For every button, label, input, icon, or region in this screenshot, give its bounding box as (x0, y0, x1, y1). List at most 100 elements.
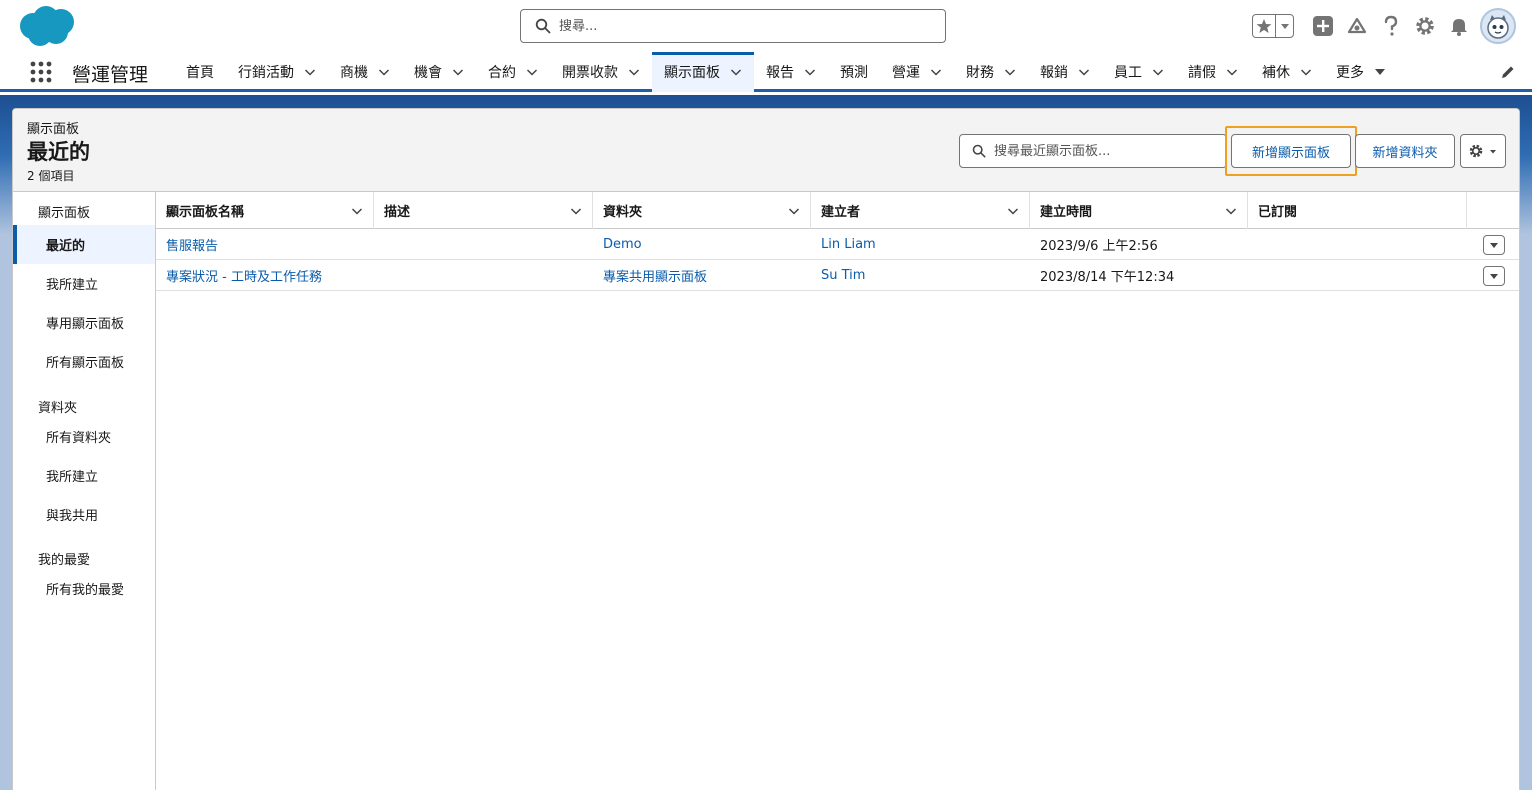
nav-tab-10[interactable]: 財務 (954, 52, 1028, 92)
nav-tab-3[interactable]: 機會 (402, 52, 476, 92)
sidebar-item-folders-0[interactable]: 所有資料夾 (13, 417, 155, 456)
app-launcher-icon[interactable] (29, 60, 53, 84)
sidebar-favorites-list: 所有我的最愛 (13, 569, 155, 608)
column-header-label: 建立時間 (1040, 205, 1093, 220)
caret-down-icon[interactable] (1374, 66, 1386, 78)
sidebar-item-dashboards-0[interactable]: 最近的 (13, 225, 155, 264)
salesforce-logo-icon[interactable] (16, 4, 78, 48)
dashboard-search-input[interactable] (994, 143, 1214, 159)
column-header-1[interactable]: 描述 (374, 192, 593, 229)
creator-link[interactable]: Su Tim (821, 268, 865, 283)
chevron-down-icon (788, 207, 800, 215)
nav-tab-label: 開票收款 (562, 65, 618, 81)
nav-tab-7[interactable]: 報告 (754, 52, 828, 92)
global-search-input[interactable] (559, 18, 919, 34)
cell-description (374, 260, 593, 291)
global-search-box[interactable] (520, 9, 946, 43)
trailhead-icon (1347, 17, 1367, 34)
chevron-down-icon (570, 207, 582, 215)
sidebar-item-folders-1[interactable]: 我所建立 (13, 456, 155, 495)
nav-tab-14[interactable]: 補休 (1250, 52, 1324, 92)
search-icon (535, 18, 551, 34)
column-header-2[interactable]: 資料夾 (593, 192, 811, 229)
column-header-4[interactable]: 建立時間 (1030, 192, 1248, 229)
nav-items: 首頁 行銷活動 商機 機會 合約 開票收款 顯示面板 報告 預測 營運 財務 報銷 員工 請假 補休 更多 (174, 52, 1398, 92)
nav-tab-0[interactable]: 首頁 (174, 52, 226, 92)
cell-actions (1467, 229, 1519, 260)
cell-actions (1467, 260, 1519, 291)
cell-created: 2023/8/14 下午12:34 (1030, 260, 1248, 291)
name-link[interactable]: 專案狀況 - 工時及工作任務 (166, 266, 322, 285)
sidebar-item-folders-2[interactable]: 與我共用 (13, 495, 155, 534)
sidebar-item-dashboards-3[interactable]: 所有顯示面板 (13, 342, 155, 381)
nav-tab-label: 預測 (840, 65, 868, 81)
nav-tab-1[interactable]: 行銷活動 (226, 52, 328, 92)
navigation-bar: 營運管理 首頁 行銷活動 商機 機會 合約 開票收款 顯示面板 報告 預測 營運 財務 報銷 員工 請假 補… (0, 52, 1532, 92)
folder-link[interactable]: Demo (603, 237, 642, 252)
nav-tab-12[interactable]: 員工 (1102, 52, 1176, 92)
nav-tab-2[interactable]: 商機 (328, 52, 402, 92)
cell-subscribed (1248, 260, 1467, 291)
sidebar-item-dashboards-2[interactable]: 專用顯示面板 (13, 303, 155, 342)
add-icon (1313, 16, 1333, 36)
column-header-label: 描述 (384, 205, 411, 220)
row-actions-button[interactable] (1483, 234, 1505, 255)
user-avatar[interactable] (1480, 8, 1516, 44)
item-count: 2 個項目 (27, 169, 75, 183)
nav-tab-6[interactable]: 顯示面板 (652, 52, 754, 92)
row-actions-button[interactable] (1483, 265, 1505, 286)
favorites-menu-button[interactable] (1275, 15, 1293, 37)
sidebar-dashboards-list: 最近的 我所建立 專用顯示面板 所有顯示面板 (13, 225, 155, 381)
name-link[interactable]: 售服報告 (166, 235, 218, 254)
notifications-button[interactable] (1442, 9, 1476, 43)
column-header-5[interactable]: 已訂閱 (1248, 192, 1467, 229)
bell-icon (1451, 19, 1467, 36)
global-actions-button[interactable] (1306, 9, 1340, 43)
cell-creator: Lin Liam (811, 229, 1030, 260)
nav-tab-5[interactable]: 開票收款 (550, 52, 652, 92)
caret-down-icon (1490, 242, 1498, 248)
nav-tab-13[interactable]: 請假 (1176, 52, 1250, 92)
nav-tab-4[interactable]: 合約 (476, 52, 550, 92)
favorites-button-group (1252, 14, 1294, 38)
list-settings-button[interactable] (1460, 134, 1506, 168)
trailhead-button[interactable] (1340, 9, 1374, 43)
sidebar-item-favorites-0[interactable]: 所有我的最愛 (13, 569, 155, 608)
nav-tab-11[interactable]: 報銷 (1028, 52, 1102, 92)
nav-tab-9[interactable]: 營運 (880, 52, 954, 92)
favorites-star-button[interactable] (1253, 15, 1275, 37)
nav-tab-label: 營運 (892, 65, 920, 81)
nav-tab-label: 機會 (414, 65, 442, 81)
new-dashboard-button[interactable]: 新增顯示面板 (1231, 134, 1351, 168)
created-text: 2023/8/14 下午12:34 (1040, 270, 1175, 285)
chevron-down-icon (1300, 69, 1312, 76)
caret-down-icon (1490, 150, 1496, 154)
cell-name: 售服報告 (156, 229, 374, 260)
nav-tab-8[interactable]: 預測 (828, 52, 880, 92)
cell-name: 專案狀況 - 工時及工作任務 (156, 260, 374, 291)
dashboards-table: 顯示面板名稱 描述 資料夾 建立者 建立時間 已訂閱 售服報告 Demo Lin Liam 20… (156, 192, 1519, 291)
column-header-0[interactable]: 顯示面板名稱 (156, 192, 374, 229)
table-header: 顯示面板名稱 描述 資料夾 建立者 建立時間 已訂閱 (156, 192, 1519, 229)
table-row: 售服報告 Demo Lin Liam 2023/9/6 上午2:56 (156, 229, 1519, 260)
edit-nav-pencil-icon[interactable] (1500, 64, 1516, 80)
dashboard-search-box[interactable] (959, 134, 1227, 168)
caret-down-icon (1280, 24, 1289, 29)
column-header-3[interactable]: 建立者 (811, 192, 1030, 229)
help-button[interactable] (1374, 9, 1408, 43)
new-folder-button[interactable]: 新增資料夾 (1355, 134, 1455, 168)
chevron-down-icon (526, 69, 538, 76)
gear-icon (1416, 17, 1434, 35)
nav-tab-15[interactable]: 更多 (1324, 52, 1398, 92)
nav-tab-label: 顯示面板 (664, 65, 720, 81)
creator-link[interactable]: Lin Liam (821, 237, 876, 252)
sidebar-section-dashboards: 顯示面板 (38, 206, 91, 221)
setup-button[interactable] (1408, 9, 1442, 43)
help-icon (1384, 15, 1398, 36)
chevron-down-icon (1078, 69, 1090, 76)
chevron-down-icon (930, 69, 942, 76)
sidebar-item-dashboards-1[interactable]: 我所建立 (13, 264, 155, 303)
column-header-label: 已訂閱 (1258, 205, 1298, 220)
folder-link[interactable]: 專案共用顯示面板 (603, 266, 707, 285)
cell-created: 2023/9/6 上午2:56 (1030, 229, 1248, 260)
